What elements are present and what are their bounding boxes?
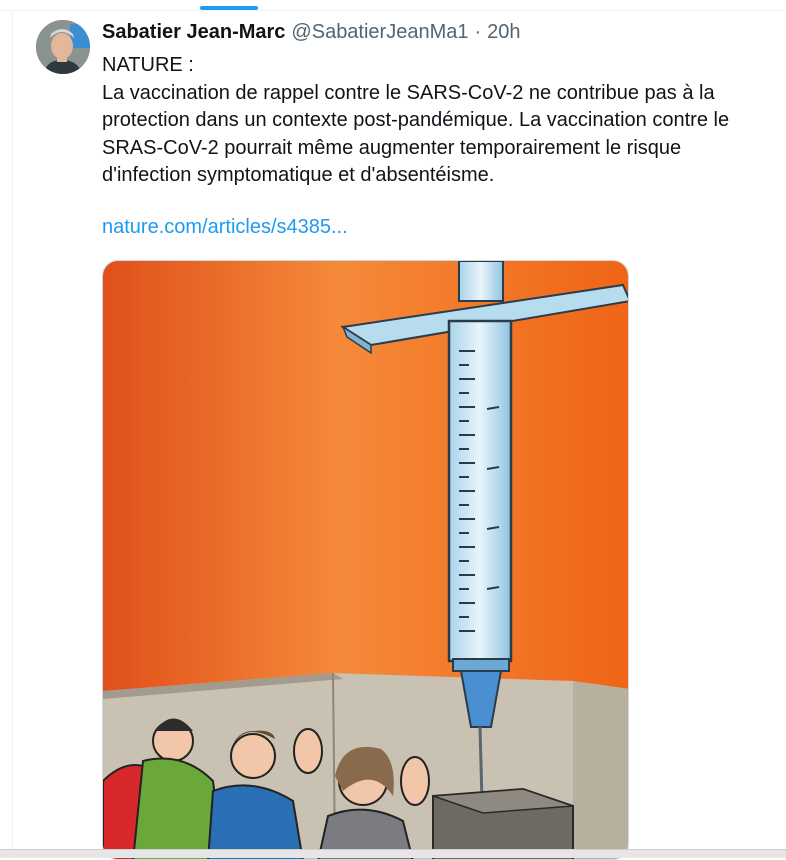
avatar-photo-icon xyxy=(36,20,90,74)
tweet-text: NATURE : La vaccination de rappel contre… xyxy=(102,52,782,190)
tweet-text-line: d'infection symptomatique et d'absentéis… xyxy=(102,164,495,186)
author-name[interactable]: Sabatier Jean-Marc xyxy=(102,21,285,44)
author-handle[interactable]: @SabatierJeanMa1 xyxy=(291,21,468,44)
avatar[interactable] xyxy=(36,20,90,74)
timeline-top-border xyxy=(0,10,786,11)
separator-dot: · xyxy=(474,21,482,43)
tweet-time[interactable]: 20h xyxy=(487,21,520,44)
tweet-text-line: NATURE : xyxy=(102,54,194,76)
article-link[interactable]: nature.com/articles/s4385... xyxy=(102,216,348,239)
tweet-header: Sabatier Jean-Marc @SabatierJeanMa1 · 20… xyxy=(102,21,521,47)
timeline-left-border xyxy=(12,10,13,857)
tweet-text-line: protection dans un contexte post-pandémi… xyxy=(102,109,730,131)
tab-indicator xyxy=(200,6,258,10)
tweet-text-line: SRAS-CoV-2 pourrait même augmenter tempo… xyxy=(102,136,682,159)
cartoon-syringe-image-icon xyxy=(103,261,628,859)
tweet-media[interactable] xyxy=(102,260,629,860)
tweet-text-line: La vaccination de rappel contre le SARS-… xyxy=(102,81,715,104)
